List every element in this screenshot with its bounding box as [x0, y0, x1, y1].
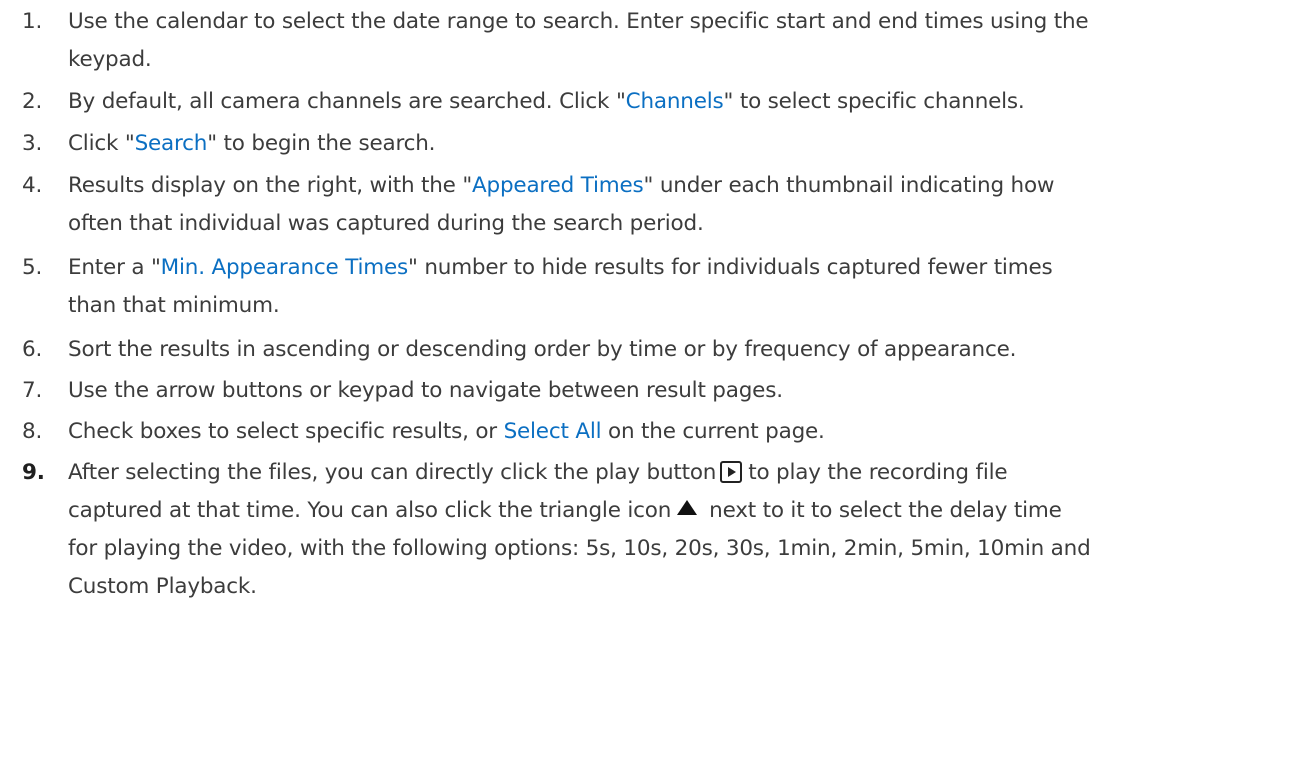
step-text: Click "Search" to begin the search.: [68, 125, 1304, 163]
min-appearance-times-link: Min. Appearance Times: [160, 255, 409, 280]
step-line: than that minimum.: [68, 293, 280, 318]
text-segment: " number to hide results for individuals…: [408, 255, 1053, 280]
text-segment: " under each thumbnail indicating how: [643, 173, 1055, 198]
step-text: Use the arrow buttons or keypad to navig…: [68, 372, 1304, 410]
step-text: Sort the results in ascending or descend…: [68, 331, 1304, 369]
text-segment: to play the recording file: [748, 460, 1008, 485]
step-text: Results display on the right, with the "…: [68, 167, 1304, 243]
step-line: captured at that time. You can also clic…: [68, 492, 1304, 530]
text-segment: Enter a ": [68, 255, 161, 280]
step-line: Custom Playback.: [68, 574, 257, 599]
step-number: 4.: [22, 173, 43, 198]
select-all-link: Select All: [503, 419, 602, 444]
text-segment: " to begin the search.: [207, 131, 436, 156]
step-number: 8.: [22, 419, 43, 444]
step-number: 1.: [22, 9, 43, 34]
text-segment: By default, all camera channels are sear…: [68, 89, 626, 114]
search-link: Search: [134, 131, 208, 156]
triangle-up-icon: [677, 500, 698, 515]
step-number: 5.: [22, 255, 43, 280]
step-line: Use the calendar to select the date rang…: [68, 9, 1089, 34]
text-segment: Click ": [68, 131, 135, 156]
step-line: Use the arrow buttons or keypad to navig…: [68, 378, 783, 403]
play-icon: [720, 461, 743, 483]
step-line: for playing the video, with the followin…: [68, 536, 1091, 561]
step-number: 9.: [22, 460, 45, 485]
step-line: Check boxes to select specific results, …: [68, 413, 1304, 451]
step-number: 7.: [22, 378, 43, 403]
text-segment: captured at that time. You can also clic…: [68, 498, 672, 523]
step-line: keypad.: [68, 47, 152, 72]
step-line: Sort the results in ascending or descend…: [68, 337, 1017, 362]
step-text: Check boxes to select specific results, …: [68, 413, 1304, 451]
step-number: 2.: [22, 89, 43, 114]
step-line: By default, all camera channels are sear…: [68, 83, 1304, 121]
text-segment: Results display on the right, with the ": [68, 173, 473, 198]
step-line: Click "Search" to begin the search.: [68, 125, 1304, 163]
text-segment: After selecting the files, you can direc…: [68, 460, 717, 485]
channels-link: Channels: [625, 89, 724, 114]
text-segment: Check boxes to select specific results, …: [68, 419, 504, 444]
step-text: By default, all camera channels are sear…: [68, 83, 1304, 121]
step-line: Enter a "Min. Appearance Times" number t…: [68, 249, 1304, 287]
step-text: After selecting the files, you can direc…: [68, 454, 1304, 606]
document: 1. Use the calendar to select the date r…: [0, 0, 1316, 776]
step-text: Enter a "Min. Appearance Times" number t…: [68, 249, 1304, 325]
step-number: 3.: [22, 131, 43, 156]
appeared-times-link: Appeared Times: [472, 173, 644, 198]
text-segment: on the current page.: [601, 419, 825, 444]
step-line: After selecting the files, you can direc…: [68, 454, 1304, 492]
step-line: often that individual was captured durin…: [68, 211, 704, 236]
step-number: 6.: [22, 337, 43, 362]
text-segment: next to it to select the delay time: [709, 498, 1062, 523]
text-segment: " to select specific channels.: [723, 89, 1025, 114]
step-text: Use the calendar to select the date rang…: [68, 3, 1304, 79]
step-line: Results display on the right, with the "…: [68, 167, 1304, 205]
